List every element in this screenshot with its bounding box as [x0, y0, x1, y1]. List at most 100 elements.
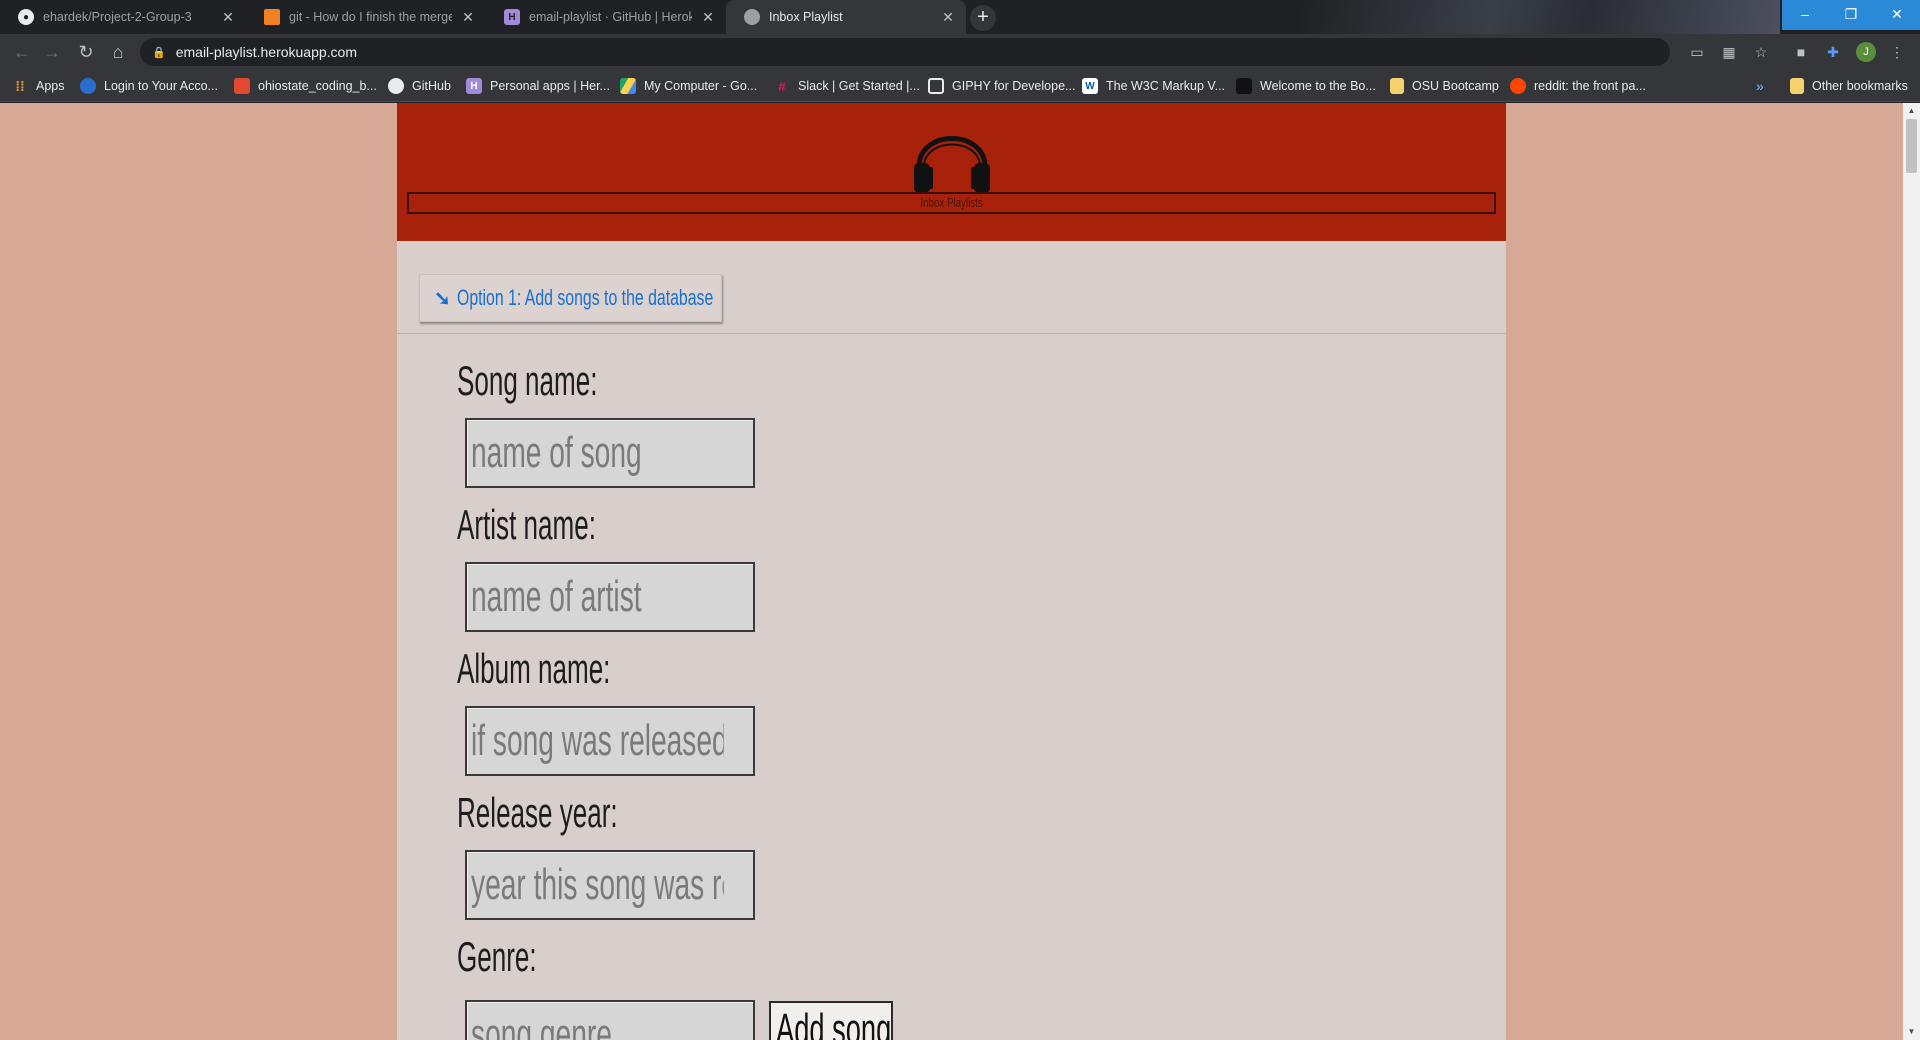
- page-title: Inbox Playlists: [407, 192, 1496, 214]
- bookmark-label: reddit: the front pa...: [1534, 79, 1646, 93]
- release-year-input[interactable]: [471, 852, 724, 918]
- qr-code-icon[interactable]: ▦: [1718, 41, 1740, 63]
- close-icon[interactable]: ✕: [700, 9, 716, 26]
- tab-heroku[interactable]: H email-playlist · GitHub | Heroku ✕: [486, 0, 726, 34]
- scroll-thumb[interactable]: [1906, 119, 1917, 173]
- tab-stackoverflow[interactable]: git - How do I finish the merge af ✕: [246, 0, 486, 34]
- genre-input[interactable]: [471, 1002, 724, 1040]
- new-tab-button[interactable]: +: [970, 5, 996, 31]
- bookmark-drive[interactable]: My Computer - Go...: [620, 70, 757, 102]
- bookmark-osu-bootcamp[interactable]: OSU Bootcamp: [1390, 70, 1499, 102]
- tab-title: ehardek/Project-2-Group-3: [43, 10, 192, 24]
- more-bookmarks-chevron-icon[interactable]: »: [1756, 70, 1764, 102]
- bookmark-apps[interactable]: ⁞⁞ Apps: [12, 70, 65, 102]
- headphones-icon: [914, 136, 990, 193]
- tab-title: git - How do I finish the merge af: [289, 10, 452, 24]
- arrow-down-right-icon: ➘: [434, 287, 451, 310]
- bookmark-star-icon[interactable]: ☆: [1750, 41, 1772, 63]
- restore-button[interactable]: ❐: [1828, 0, 1874, 30]
- close-window-button[interactable]: ✕: [1874, 0, 1920, 30]
- scroll-up-arrow-icon[interactable]: ▲: [1903, 105, 1920, 117]
- bookmark-label: Other bookmarks: [1812, 79, 1908, 93]
- tab-title: email-playlist · GitHub | Heroku: [529, 10, 692, 24]
- heroku-icon: H: [504, 9, 520, 25]
- album-name-input[interactable]: [471, 708, 724, 774]
- puzzle-extensions-icon[interactable]: ✚: [1822, 41, 1844, 63]
- book-icon: [1236, 78, 1252, 94]
- release-year-field[interactable]: [465, 850, 755, 920]
- profile-avatar[interactable]: J: [1856, 42, 1876, 62]
- bookmark-label: ohiostate_coding_b...: [258, 79, 377, 93]
- song-name-field[interactable]: [465, 418, 755, 488]
- bookmark-label: The W3C Markup V...: [1106, 79, 1226, 93]
- minimize-button[interactable]: –: [1782, 0, 1828, 30]
- gitlab-icon: [234, 78, 250, 94]
- song-name-label: Song name:: [457, 357, 598, 404]
- stackoverflow-icon: [264, 9, 280, 25]
- giphy-icon: [928, 78, 944, 94]
- artist-name-input[interactable]: [471, 564, 724, 630]
- bookmark-github[interactable]: GitHub: [388, 70, 451, 102]
- cast-icon[interactable]: ▭: [1686, 41, 1708, 63]
- artist-name-field[interactable]: [465, 562, 755, 632]
- song-name-input[interactable]: [471, 420, 724, 486]
- release-year-label: Release year:: [457, 789, 618, 836]
- address-bar[interactable]: 🔒 email-playlist.herokuapp.com: [140, 38, 1670, 66]
- globe-icon: [80, 78, 96, 94]
- menu-kebab-icon[interactable]: ⋮: [1886, 41, 1908, 63]
- bookmark-heroku[interactable]: H Personal apps | Her...: [466, 70, 610, 102]
- w3c-icon: W: [1082, 78, 1098, 94]
- bookmark-label: GIPHY for Develope...: [952, 79, 1076, 93]
- bookmark-w3c[interactable]: W The W3C Markup V...: [1082, 70, 1225, 102]
- close-icon[interactable]: ✕: [940, 9, 956, 26]
- extension-icon[interactable]: ■: [1790, 41, 1812, 63]
- slack-icon: #: [778, 78, 786, 94]
- genre-label: Genre:: [457, 933, 537, 980]
- bookmark-reddit[interactable]: reddit: the front pa...: [1510, 70, 1646, 102]
- page-title-text: Inbox Playlists: [920, 195, 983, 210]
- bookmark-label: GitHub: [412, 79, 451, 93]
- forward-arrow-icon[interactable]: →: [38, 38, 66, 66]
- tab-title: Inbox Playlist: [769, 10, 843, 24]
- bookmark-login[interactable]: Login to Your Acco...: [80, 70, 218, 102]
- drive-icon: [620, 78, 636, 94]
- tab-strip: ● ehardek/Project-2-Group-3 ✕ git - How …: [0, 0, 1920, 34]
- apps-grid-icon: ⁞⁞: [15, 78, 25, 94]
- heroku-icon: H: [466, 78, 482, 94]
- bookmarks-bar: ⁞⁞ Apps Login to Your Acco... ohiostate_…: [0, 70, 1920, 102]
- home-icon[interactable]: ⌂: [104, 38, 132, 66]
- globe-icon: [744, 9, 760, 25]
- window-background: [1300, 0, 1780, 34]
- close-icon[interactable]: ✕: [460, 9, 476, 26]
- bookmark-label: Slack | Get Started |...: [798, 79, 920, 93]
- page-viewport: Inbox Playlists ➘ Option 1: Add songs to…: [0, 103, 1903, 1040]
- add-songs-option-button[interactable]: ➘ Option 1: Add songs to the database: [419, 274, 722, 322]
- github-icon: [388, 78, 404, 94]
- page-scrollbar[interactable]: ▲ ▼: [1903, 103, 1920, 1040]
- genre-field[interactable]: [465, 1000, 755, 1040]
- bookmark-welcome[interactable]: Welcome to the Bo...: [1236, 70, 1376, 102]
- lock-icon: 🔒: [152, 46, 166, 59]
- bookmark-label: My Computer - Go...: [644, 79, 758, 93]
- album-name-field[interactable]: [465, 706, 755, 776]
- reload-icon[interactable]: ↻: [72, 38, 100, 66]
- bookmark-label: Personal apps | Her...: [490, 79, 610, 93]
- bookmark-giphy[interactable]: GIPHY for Develope...: [928, 70, 1075, 102]
- scroll-down-arrow-icon[interactable]: ▼: [1903, 1026, 1920, 1038]
- folder-icon: [1390, 78, 1404, 94]
- bookmark-slack[interactable]: # Slack | Get Started |...: [774, 70, 920, 102]
- back-arrow-icon[interactable]: ←: [8, 38, 36, 66]
- add-song-button-label: Add song: [776, 1005, 892, 1040]
- bookmark-label: OSU Bootcamp: [1412, 79, 1499, 93]
- other-bookmarks[interactable]: Other bookmarks: [1790, 70, 1908, 102]
- add-song-button[interactable]: Add song: [769, 1001, 893, 1040]
- tab-github-project[interactable]: ● ehardek/Project-2-Group-3 ✕: [0, 0, 246, 34]
- browser-toolbar: ← → ↻ ⌂ 🔒 email-playlist.herokuapp.com ▭…: [0, 34, 1920, 70]
- bookmark-gitlab[interactable]: ohiostate_coding_b...: [234, 70, 377, 102]
- page-container: Inbox Playlists ➘ Option 1: Add songs to…: [397, 103, 1506, 1040]
- tab-inbox-playlist[interactable]: Inbox Playlist ✕: [726, 0, 966, 34]
- artist-name-label: Artist name:: [457, 501, 596, 548]
- close-icon[interactable]: ✕: [220, 9, 236, 26]
- bookmark-label: Apps: [36, 79, 65, 93]
- album-name-label: Album name:: [457, 645, 611, 692]
